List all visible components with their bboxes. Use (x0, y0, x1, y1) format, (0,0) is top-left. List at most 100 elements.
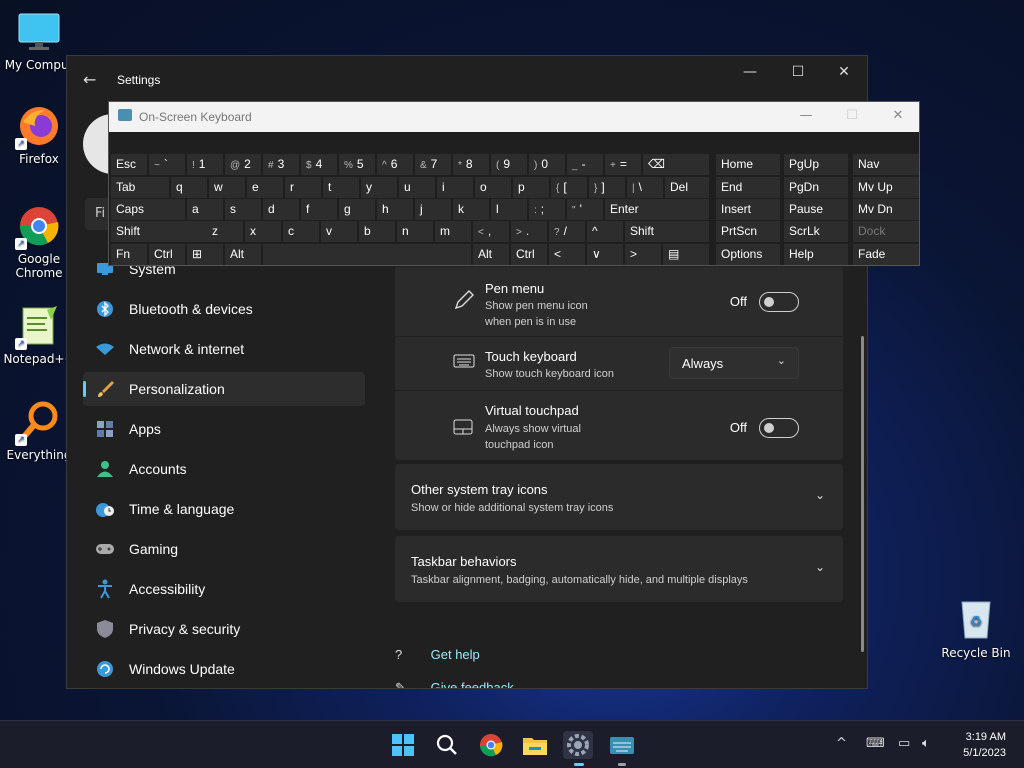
osk-key[interactable]: " ' (567, 199, 603, 220)
osk-key[interactable]: Fade (853, 244, 919, 265)
osk-key[interactable]: ~ ` (149, 154, 185, 175)
get-help-link[interactable]: ? Get help (395, 647, 480, 662)
osk-key[interactable]: Insert (716, 199, 780, 220)
file-explorer-icon[interactable] (520, 731, 550, 759)
sidebar-item-gaming[interactable]: Gaming (83, 532, 365, 566)
osk-key[interactable]: & 7 (415, 154, 451, 175)
osk-key[interactable]: r (285, 177, 321, 198)
osk-key[interactable]: Nav (853, 154, 919, 175)
sidebar-item-bluetooth[interactable]: Bluetooth & devices (83, 292, 365, 326)
osk-key[interactable]: * 8 (453, 154, 489, 175)
pen-menu-toggle[interactable] (759, 292, 799, 312)
osk-key[interactable]: Esc (111, 154, 147, 175)
chrome-icon[interactable] (476, 731, 506, 759)
osk-key[interactable]: ⌫ (643, 154, 709, 175)
touch-keyboard-dropdown[interactable]: Always ⌄ (669, 347, 799, 379)
osk-key[interactable]: Mv Up (853, 177, 919, 198)
osk-key[interactable]: Ctrl (149, 244, 185, 265)
network-icon[interactable]: ▭ (898, 736, 910, 751)
osk-key[interactable]: o (475, 177, 511, 198)
osk-key[interactable]: y (361, 177, 397, 198)
osk-key[interactable]: Help (784, 244, 848, 265)
osk-key[interactable]: Dock (853, 221, 919, 242)
osk-key[interactable]: Caps (111, 199, 185, 220)
osk-key[interactable]: ^ (587, 221, 623, 242)
osk-key[interactable]: i (437, 177, 473, 198)
content-scrollbar[interactable] (861, 336, 864, 652)
osk-key[interactable]: ^ 6 (377, 154, 413, 175)
close-button[interactable]: ✕ (821, 64, 867, 80)
osk-taskbar-icon[interactable] (607, 731, 637, 759)
osk-key[interactable]: p (513, 177, 549, 198)
volume-icon[interactable]: 🔈︎ (922, 736, 930, 751)
osk-key[interactable]: ) 0 (529, 154, 565, 175)
osk-key[interactable]: (9 (491, 154, 527, 175)
osk-close-button[interactable]: ✕ (875, 108, 921, 123)
osk-key[interactable]: ▤ (663, 244, 709, 265)
osk-key[interactable]: Mv Dn (853, 199, 919, 220)
osk-key[interactable]: ∨ (587, 244, 623, 265)
osk-key[interactable]: Fn (111, 244, 147, 265)
chevron-up-icon[interactable]: ^ (836, 736, 847, 751)
taskbar-clock[interactable]: 3:19 AM 5/1/2023 (963, 729, 1006, 761)
sidebar-item-network[interactable]: Network & internet (83, 332, 365, 366)
osk-key[interactable]: v (321, 221, 357, 242)
osk-key[interactable]: z (207, 221, 243, 242)
sidebar-item-windows-update[interactable]: Windows Update (83, 652, 365, 686)
osk-key[interactable]: PgUp (784, 154, 848, 175)
keyboard-icon[interactable]: ⌨ (866, 736, 885, 751)
osk-key[interactable]: <, (473, 221, 509, 242)
back-arrow-icon[interactable]: ← (83, 70, 96, 89)
osk-key[interactable]: Shift (111, 221, 207, 242)
maximize-button[interactable]: ☐ (775, 64, 821, 80)
desktop-icon-recycle-bin[interactable]: ♻ Recycle Bin (940, 596, 1012, 660)
osk-key[interactable]: f (301, 199, 337, 220)
osk-key[interactable]: Del (665, 177, 709, 198)
osk-key[interactable]: :; (529, 199, 565, 220)
minimize-button[interactable]: — (727, 64, 773, 80)
osk-key[interactable]: m (435, 221, 471, 242)
sidebar-item-personalization[interactable]: Personalization (83, 372, 365, 406)
osk-minimize-button[interactable]: — (783, 108, 829, 123)
osk-key[interactable]: e (247, 177, 283, 198)
search-icon[interactable] (432, 731, 462, 759)
sidebar-item-time-language[interactable]: Time & language (83, 492, 365, 526)
osk-key[interactable]: Enter (605, 199, 709, 220)
osk-key[interactable]: l (491, 199, 527, 220)
osk-key[interactable]: q (171, 177, 207, 198)
settings-taskbar-icon[interactable] (563, 731, 593, 759)
osk-maximize-button[interactable]: ☐ (829, 108, 875, 123)
osk-key[interactable]: < (549, 244, 585, 265)
osk-key[interactable]: PrtScn (716, 221, 780, 242)
osk-key[interactable]: h (377, 199, 413, 220)
osk-key[interactable]: _ - (567, 154, 603, 175)
sidebar-item-privacy[interactable]: Privacy & security (83, 612, 365, 646)
osk-key[interactable]: c (283, 221, 319, 242)
osk-key[interactable]: s (225, 199, 261, 220)
osk-key[interactable]: Pause (784, 199, 848, 220)
sidebar-item-accounts[interactable]: Accounts (83, 452, 365, 486)
osk-key[interactable]: > (625, 244, 661, 265)
osk-key[interactable]: }] (589, 177, 625, 198)
osk-key[interactable]: Shift (625, 221, 709, 242)
virtual-touchpad-toggle[interactable] (759, 418, 799, 438)
osk-key[interactable]: ScrLk (784, 221, 848, 242)
osk-key[interactable]: t (323, 177, 359, 198)
osk-key[interactable]: ? / (549, 221, 585, 242)
osk-key[interactable]: PgDn (784, 177, 848, 198)
osk-key[interactable]: u (399, 177, 435, 198)
osk-key[interactable]: b (359, 221, 395, 242)
osk-key[interactable]: $4 (301, 154, 337, 175)
osk-key[interactable]: Home (716, 154, 780, 175)
osk-key[interactable]: @2 (225, 154, 261, 175)
osk-key[interactable]: End (716, 177, 780, 198)
osk-key[interactable]: a (187, 199, 223, 220)
osk-key[interactable] (263, 244, 471, 265)
osk-key[interactable]: n (397, 221, 433, 242)
osk-key[interactable]: % 5 (339, 154, 375, 175)
osk-key[interactable]: + = (605, 154, 641, 175)
taskbar-behaviors-expander[interactable]: Taskbar behaviors Taskbar alignment, bad… (395, 536, 843, 602)
osk-key[interactable]: Alt (225, 244, 261, 265)
osk-key[interactable]: Ctrl (511, 244, 547, 265)
osk-key[interactable]: {[ (551, 177, 587, 198)
